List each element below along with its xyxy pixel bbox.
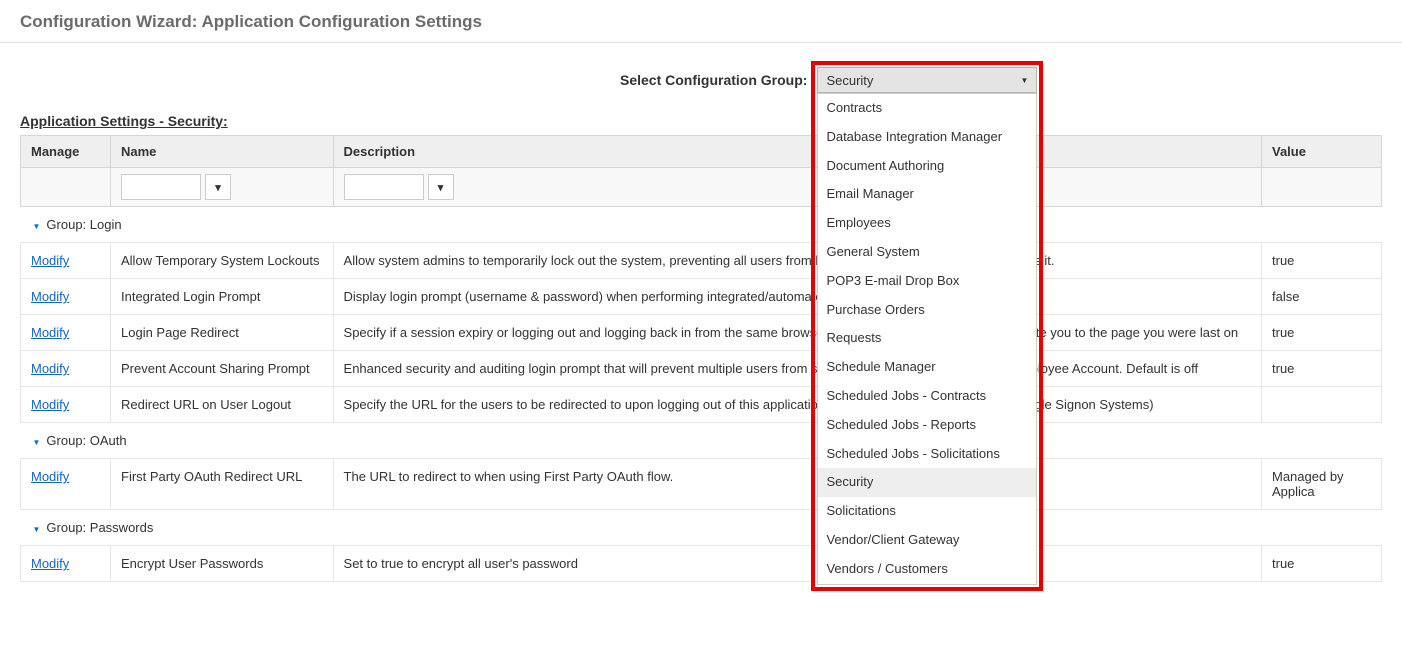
dropdown-item[interactable]: Scheduled Jobs - Contracts [818, 382, 1036, 411]
setting-value: false [1262, 279, 1382, 315]
setting-name: Integrated Login Prompt [111, 279, 334, 315]
description-filter-input[interactable] [344, 174, 424, 200]
modify-link[interactable]: Modify [31, 361, 69, 376]
section-title: Application Settings - Security: [20, 113, 1382, 129]
group-name: Group: OAuth [46, 433, 126, 448]
col-header-manage: Manage [21, 136, 111, 168]
setting-value: true [1262, 351, 1382, 387]
col-header-value: Value [1262, 136, 1382, 168]
table-row: Modify Allow Temporary System LockoutsAll… [21, 243, 1382, 279]
table-row: Modify Redirect URL on User LogoutSpecify… [21, 387, 1382, 423]
collapse-caret-icon: ▼ [33, 438, 41, 447]
dropdown-item[interactable]: Vendors / Customers [818, 555, 1036, 584]
funnel-icon: ▾ [438, 181, 444, 194]
setting-value: Managed by Applica [1262, 459, 1382, 510]
setting-name: Login Page Redirect [111, 315, 334, 351]
dropdown-item[interactable]: Contracts [818, 94, 1036, 123]
group-header[interactable]: ▼ Group: Passwords [21, 510, 1382, 546]
title-divider [0, 42, 1402, 43]
dropdown-item[interactable]: Database Integration Manager [818, 123, 1036, 152]
group-header[interactable]: ▼ Group: OAuth [21, 423, 1382, 459]
collapse-caret-icon: ▼ [33, 222, 41, 231]
group-name: Group: Login [46, 217, 121, 232]
setting-value: true [1262, 546, 1382, 582]
setting-value: true [1262, 315, 1382, 351]
dropdown-item[interactable]: Solicitations [818, 497, 1036, 526]
modify-link[interactable]: Modify [31, 289, 69, 304]
setting-name: First Party OAuth Redirect URL [111, 459, 334, 510]
group-header[interactable]: ▼ Group: Login [21, 207, 1382, 243]
modify-link[interactable]: Modify [31, 556, 69, 571]
dropdown-item[interactable]: Scheduled Jobs - Solicitations [818, 440, 1036, 469]
config-group-select[interactable]: Security ▼ [817, 67, 1037, 93]
setting-description: Enhanced security and auditing login pro… [333, 351, 1261, 387]
page-title: Configuration Wizard: Application Config… [0, 0, 1402, 42]
dropdown-item[interactable]: POP3 E-mail Drop Box [818, 267, 1036, 296]
dropdown-item[interactable]: Employees [818, 209, 1036, 238]
modify-link[interactable]: Modify [31, 325, 69, 340]
dropdown-item[interactable]: Document Authoring [818, 152, 1036, 181]
setting-value: true [1262, 243, 1382, 279]
dropdown-item[interactable]: Security [818, 468, 1036, 497]
setting-description: Set to true to encrypt all user's passwo… [333, 546, 1261, 582]
setting-name: Redirect URL on User Logout [111, 387, 334, 423]
select-config-group-label: Select Configuration Group: [620, 72, 807, 88]
funnel-icon: ▾ [215, 181, 221, 194]
table-row: Modify First Party OAuth Redirect URLThe … [21, 459, 1382, 510]
name-filter-button[interactable]: ▾ [205, 174, 231, 200]
table-row: Modify Login Page RedirectSpecify if a se… [21, 315, 1382, 351]
dropdown-item[interactable]: Purchase Orders [818, 296, 1036, 325]
dropdown-item[interactable]: Scheduled Jobs - Reports [818, 411, 1036, 440]
name-filter-input[interactable] [121, 174, 201, 200]
setting-description: Specify if a session expiry or logging o… [333, 315, 1261, 351]
description-filter-button[interactable]: ▾ [428, 174, 454, 200]
config-group-select-value: Security [826, 73, 873, 88]
settings-table: Manage Name Description Value ▾ [20, 135, 1382, 582]
setting-description: Display login prompt (username & passwor… [333, 279, 1261, 315]
dropdown-item[interactable]: Email Manager [818, 180, 1036, 209]
col-header-description: Description [333, 136, 1261, 168]
chevron-down-icon: ▼ [1021, 76, 1029, 85]
setting-name: Prevent Account Sharing Prompt [111, 351, 334, 387]
config-group-dropdown[interactable]: ContractsDatabase Integration ManagerDoc… [817, 93, 1037, 585]
setting-description: Specify the URL for the users to be redi… [333, 387, 1261, 423]
group-name: Group: Passwords [46, 520, 153, 535]
setting-name: Allow Temporary System Lockouts [111, 243, 334, 279]
table-row: Modify Encrypt User PasswordsSet to true … [21, 546, 1382, 582]
modify-link[interactable]: Modify [31, 397, 69, 412]
table-row: Modify Integrated Login PromptDisplay log… [21, 279, 1382, 315]
col-header-name: Name [111, 136, 334, 168]
collapse-caret-icon: ▼ [33, 525, 41, 534]
setting-value [1262, 387, 1382, 423]
table-row: Modify Prevent Account Sharing PromptEnha… [21, 351, 1382, 387]
setting-description: Allow system admins to temporarily lock … [333, 243, 1261, 279]
modify-link[interactable]: Modify [31, 253, 69, 268]
dropdown-item[interactable]: Schedule Manager [818, 353, 1036, 382]
dropdown-item[interactable]: Requests [818, 324, 1036, 353]
modify-link[interactable]: Modify [31, 469, 69, 484]
dropdown-item[interactable]: Vendor/Client Gateway [818, 526, 1036, 555]
setting-description: The URL to redirect to when using First … [333, 459, 1261, 510]
dropdown-item[interactable]: General System [818, 238, 1036, 267]
setting-name: Encrypt User Passwords [111, 546, 334, 582]
